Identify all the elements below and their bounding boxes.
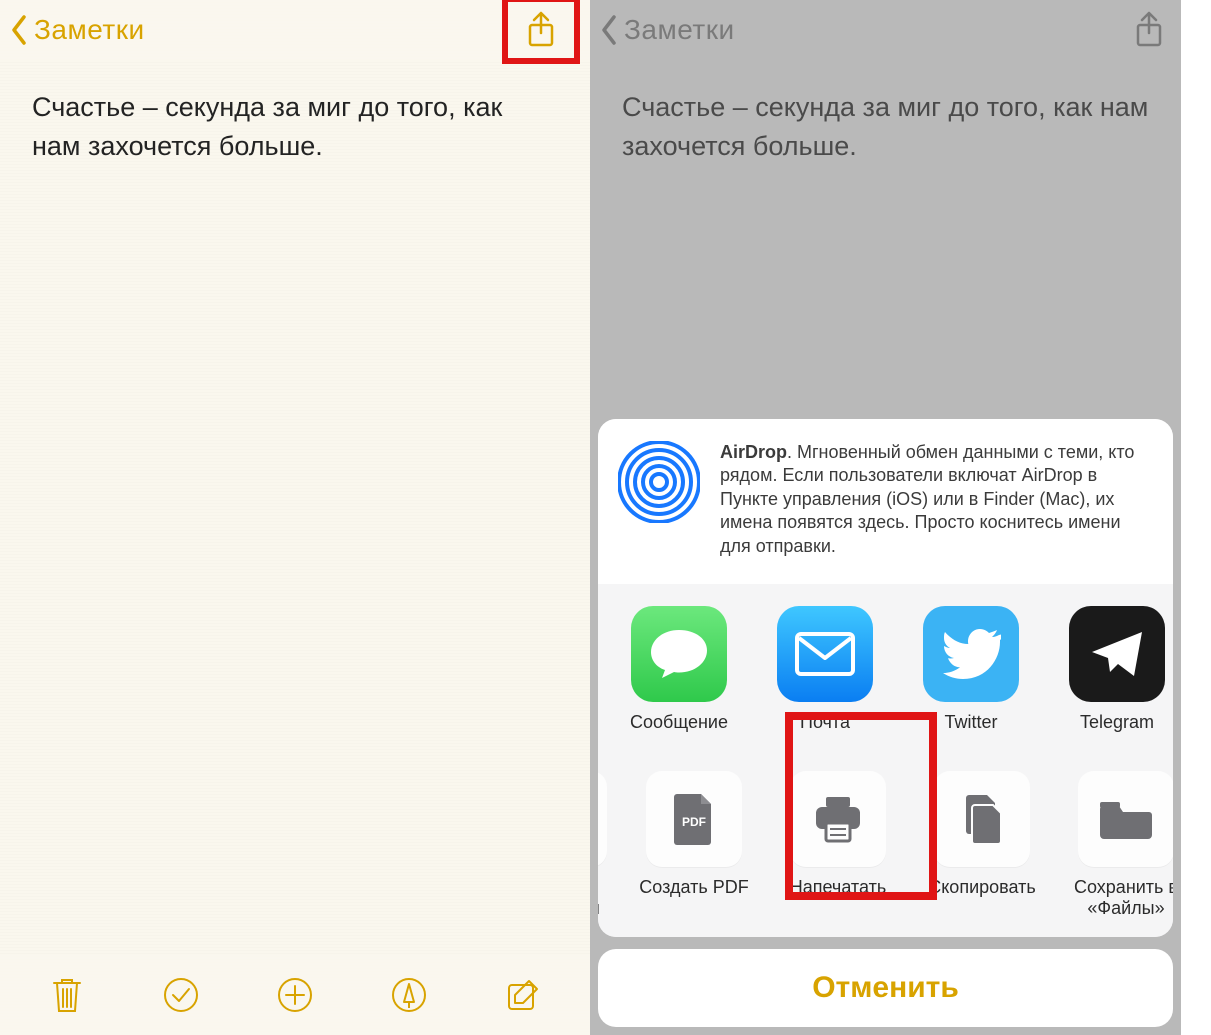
share-apps-row[interactable]: Сообщение Почта Twitter <box>598 584 1173 751</box>
cancel-button[interactable]: Отменить <box>598 949 1173 1027</box>
checklist-button[interactable] <box>158 972 204 1018</box>
compose-icon <box>505 977 541 1013</box>
chevron-left-icon <box>10 14 28 46</box>
share-app-mail[interactable]: Почта <box>766 606 884 733</box>
chevron-left-icon <box>600 14 618 46</box>
telegram-icon <box>1069 606 1165 702</box>
back-button-dim: Заметки <box>600 14 735 46</box>
copy-icon <box>934 771 1030 867</box>
airdrop-section[interactable]: AirDrop. Мгновенный обмен данными с теми… <box>598 419 1173 584</box>
action-create-pdf[interactable]: PDF Создать PDF <box>632 771 756 919</box>
bottom-toolbar <box>0 955 590 1035</box>
app-label: Почта <box>800 712 850 733</box>
table-icon <box>598 771 607 867</box>
share-app-telegram[interactable]: Telegram <box>1058 606 1173 733</box>
action-copy[interactable]: Скопировать <box>920 771 1044 919</box>
svg-text:PDF: PDF <box>682 815 706 829</box>
airdrop-text: AirDrop. Мгновенный обмен данными с теми… <box>720 441 1153 558</box>
pdf-icon: PDF <box>646 771 742 867</box>
markup-icon <box>390 976 428 1014</box>
navbar-left: Заметки <box>0 0 590 60</box>
app-label: Twitter <box>944 712 997 733</box>
share-icon <box>526 11 556 49</box>
folder-icon <box>1078 771 1173 867</box>
share-button-dim <box>1127 8 1171 52</box>
action-label: Сохранить в«Файлы» <box>1074 877 1173 919</box>
share-sheet: AirDrop. Мгновенный обмен данными с теми… <box>598 419 1173 1027</box>
back-label: Заметки <box>34 14 145 46</box>
share-button[interactable] <box>502 0 580 64</box>
trash-button[interactable] <box>44 972 90 1018</box>
share-icon <box>1134 11 1164 49</box>
action-label: Напечатать <box>790 877 886 898</box>
airdrop-icon <box>618 441 700 523</box>
share-app-messages[interactable]: Сообщение <box>620 606 738 733</box>
trash-icon <box>50 975 84 1015</box>
action-label: Скопировать <box>928 877 1036 898</box>
share-panel: AirDrop. Мгновенный обмен данными с теми… <box>598 419 1173 937</box>
note-content[interactable]: Счастье – секунда за миг до того, как на… <box>0 60 590 194</box>
back-label: Заметки <box>624 14 735 46</box>
compose-button[interactable] <box>500 972 546 1018</box>
app-label: Сообщение <box>630 712 728 733</box>
twitter-icon <box>923 606 1019 702</box>
checkmark-circle-icon <box>162 976 200 1014</box>
action-notes-truncated[interactable]: ииетки <box>598 771 612 919</box>
markup-button[interactable] <box>386 972 432 1018</box>
action-label: Создать PDF <box>639 877 748 898</box>
action-print[interactable]: Напечатать <box>776 771 900 919</box>
action-label: ииетки <box>598 877 600 919</box>
messages-icon <box>631 606 727 702</box>
action-save-files[interactable]: Сохранить в«Файлы» <box>1064 771 1173 919</box>
share-app-twitter[interactable]: Twitter <box>912 606 1030 733</box>
navbar-right: Заметки <box>590 0 1181 60</box>
notes-screen: Заметки Счастье – секунда за миг до того… <box>0 0 590 1035</box>
share-sheet-screen: Заметки Счастье – секунда за миг до того… <box>590 0 1181 1035</box>
mail-icon <box>777 606 873 702</box>
app-label: Telegram <box>1080 712 1154 733</box>
plus-circle-icon <box>276 976 314 1014</box>
back-button[interactable]: Заметки <box>10 14 145 46</box>
printer-icon <box>790 771 886 867</box>
actions-row[interactable]: ииетки PDF Создать PDF Напечатать <box>598 751 1173 937</box>
add-button[interactable] <box>272 972 318 1018</box>
note-content-dim: Счастье – секунда за миг до того, как на… <box>590 60 1181 194</box>
